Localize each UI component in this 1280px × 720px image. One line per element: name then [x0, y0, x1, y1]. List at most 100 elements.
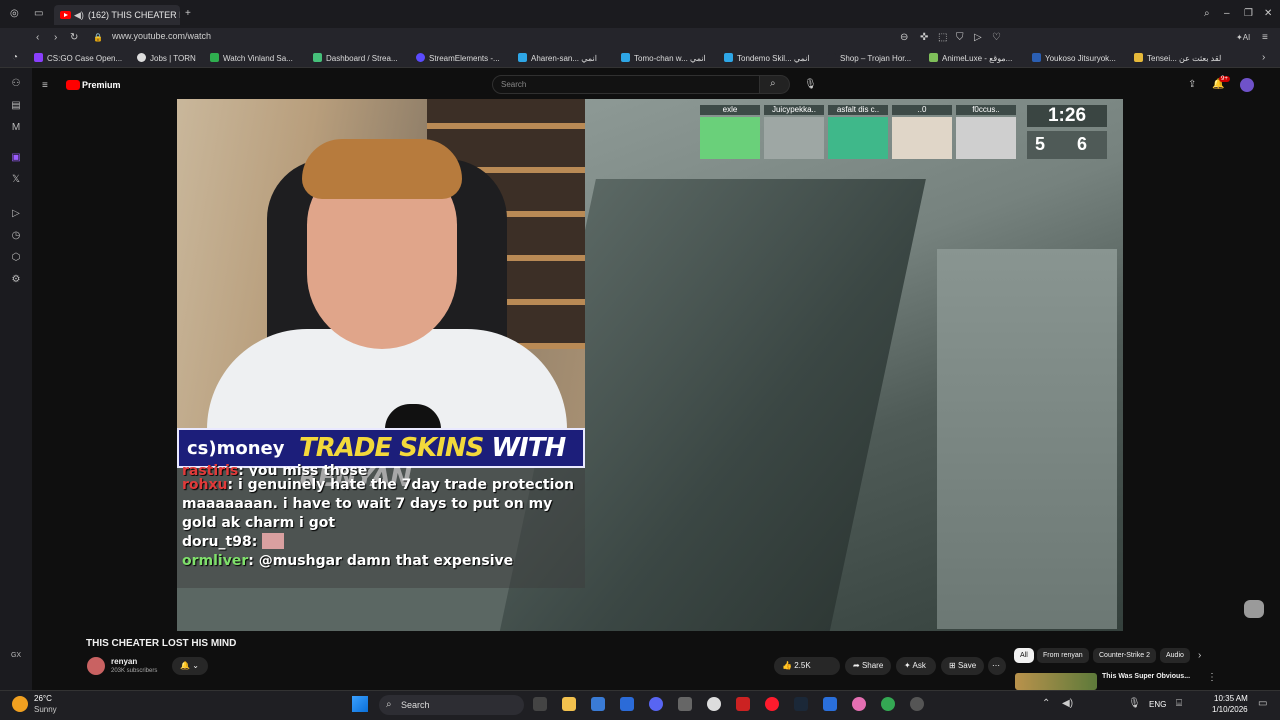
tab-overview-icon[interactable]: ▭	[34, 8, 43, 20]
browser-menu-icon[interactable]: ≡	[1262, 32, 1268, 44]
recommended-title[interactable]: This Was Super Obvious...	[1102, 673, 1190, 680]
new-tab-icon[interactable]: +	[185, 8, 191, 20]
weather-temperature[interactable]: 26°C	[34, 694, 52, 703]
app-icon[interactable]	[678, 697, 692, 711]
shield-icon[interactable]: ⛉	[956, 32, 964, 44]
chevron-right-icon[interactable]: ›	[1198, 650, 1201, 662]
search-input[interactable]: Search	[492, 75, 760, 94]
url-field[interactable]: www.youtube.com/watch	[112, 31, 211, 41]
bookmark-item[interactable]: Jobs | TORN	[137, 53, 196, 63]
youtube-premium-logo[interactable]: Premium	[82, 80, 121, 90]
obs-icon[interactable]	[707, 697, 721, 711]
recommended-menu-icon[interactable]: ⋮	[1207, 672, 1217, 684]
heart-icon[interactable]: ♡	[992, 32, 1001, 44]
more-bookmarks-icon[interactable]: ›	[1262, 52, 1265, 64]
chrome-icon[interactable]	[881, 697, 895, 711]
history-icon[interactable]: ◷	[10, 230, 22, 242]
notepad-icon[interactable]	[823, 697, 837, 711]
speaker-icon[interactable]: ◀)	[74, 5, 84, 25]
close-icon[interactable]: ✕	[1264, 8, 1272, 20]
account-avatar[interactable]	[1240, 78, 1254, 92]
forward-icon[interactable]: ›	[54, 32, 57, 44]
cat-mascot-icon[interactable]	[1244, 600, 1264, 618]
zoom-icon[interactable]: ⊖	[900, 32, 908, 44]
file-explorer-icon[interactable]	[562, 697, 576, 711]
bookmark-item[interactable]: AnimeLuxe - موقع...	[929, 53, 1012, 63]
bookmark-item[interactable]: Tensei... لقد بعثت عن	[1134, 53, 1221, 63]
chip-audio[interactable]: Audio	[1160, 648, 1190, 663]
save-button[interactable]: ⊞ Save	[941, 657, 984, 675]
chip-topic[interactable]: Counter-Strike 2	[1093, 648, 1156, 663]
play-icon[interactable]: ▷	[974, 32, 982, 44]
bookmarks-bar: ◔ CS:GO Case Open... Jobs | TORN Watch V…	[0, 48, 1280, 68]
tray-chevron-icon[interactable]: ⌃	[1042, 698, 1050, 710]
windows-start-icon[interactable]	[352, 696, 368, 712]
mail-icon[interactable]: M	[10, 122, 22, 134]
weather-condition[interactable]: Sunny	[34, 705, 57, 714]
search-button[interactable]: ⌕	[760, 75, 790, 94]
bookmark-item[interactable]: StreamElements -...	[416, 53, 500, 63]
opera-menu-icon[interactable]: ◎	[10, 8, 19, 20]
task-view-icon[interactable]	[533, 697, 547, 711]
maximize-icon[interactable]: ❐	[1244, 8, 1253, 20]
ask-button[interactable]: ✦ Ask	[896, 657, 936, 675]
extensions-icon[interactable]: ⬡	[10, 252, 22, 264]
chip-from-channel[interactable]: From renyan	[1037, 648, 1089, 663]
app-icon[interactable]	[852, 697, 866, 711]
bookmark-item[interactable]: Dashboard / Strea...	[313, 53, 398, 63]
language-indicator[interactable]: ENG	[1149, 700, 1166, 709]
subscribed-button[interactable]: 🔔 ⌄	[172, 657, 208, 675]
chip-all[interactable]: All	[1014, 648, 1034, 663]
pinboard-icon[interactable]: ◔	[12, 52, 18, 64]
volume-tray-icon[interactable]: ◀)	[1062, 698, 1073, 710]
clock-date[interactable]: 1/10/2026	[1212, 705, 1248, 714]
bookmark-item[interactable]: CS:GO Case Open...	[34, 53, 122, 63]
minimize-icon[interactable]: –	[1224, 8, 1230, 20]
bookmark-item[interactable]: Youkoso Jitsuryok...	[1032, 53, 1116, 63]
steam-icon[interactable]	[794, 697, 808, 711]
recommended-thumbnail[interactable]	[1015, 673, 1097, 690]
player-icon[interactable]: ▷	[10, 208, 22, 220]
discord-icon[interactable]	[649, 697, 663, 711]
x-icon[interactable]: 𝕏	[10, 174, 22, 186]
aria-icon[interactable]: ⚇	[10, 78, 22, 90]
share-button[interactable]: ➦ Share	[845, 657, 891, 675]
create-icon[interactable]: ⇪	[1188, 79, 1196, 91]
settings-icon[interactable]: ⚙	[10, 274, 22, 286]
clock-time[interactable]: 10:35 AM	[1214, 694, 1248, 703]
opera-gx-icon[interactable]	[765, 697, 779, 711]
app-icon[interactable]	[620, 697, 634, 711]
more-actions-button[interactable]: ⋯	[988, 657, 1006, 675]
bookmark-item[interactable]: Aharen-san... انمي	[518, 53, 597, 63]
app-icon[interactable]	[910, 697, 924, 711]
youtube-logo-icon[interactable]	[66, 80, 80, 90]
twitch-icon[interactable]: ▣	[10, 152, 22, 164]
ai-icon[interactable]: ✦AI	[1236, 32, 1250, 44]
store-icon[interactable]	[591, 697, 605, 711]
app-icon[interactable]	[736, 697, 750, 711]
video-player[interactable]: cs)money TRADE SKINS WITH RENYAN rastiri…	[177, 99, 1123, 631]
voice-search-icon[interactable]: 🎙	[804, 79, 817, 91]
bookmark-item[interactable]: Watch Vinland Sa...	[210, 53, 293, 63]
lock-icon: 🔒	[93, 33, 103, 42]
hamburger-menu-icon[interactable]: ≡	[42, 80, 48, 92]
notification-center-icon[interactable]: ▭	[1258, 698, 1267, 710]
network-icon[interactable]: ⌸	[1176, 698, 1182, 710]
bookmark-item[interactable]: Tondemo Skil... انمي	[724, 53, 810, 63]
taskbar-search[interactable]: ⌕ Search	[379, 695, 524, 715]
mic-tray-icon[interactable]: 🎙	[1128, 698, 1141, 710]
bookmark-item[interactable]: Tomo-chan w... انمي	[621, 53, 706, 63]
back-icon[interactable]: ‹	[36, 32, 39, 44]
search-tabs-icon[interactable]: ⌕	[1204, 8, 1210, 20]
like-button[interactable]: 👍 2.5K	[774, 657, 840, 675]
bookmark-item[interactable]: Shop – Trojan Hor...	[827, 53, 911, 63]
workspace-icon[interactable]: ▤	[10, 100, 22, 112]
channel-name[interactable]: renyan	[111, 657, 137, 666]
weather-sun-icon[interactable]	[12, 696, 28, 712]
gx-icon[interactable]: GX	[10, 650, 22, 662]
channel-avatar[interactable]	[87, 657, 105, 675]
pin-icon[interactable]: ✜	[920, 32, 928, 44]
tab-youtube[interactable]: ◀) (162) THIS CHEATER L	[54, 5, 180, 25]
reload-icon[interactable]: ↻	[70, 32, 78, 44]
snapshot-icon[interactable]: ⬚	[938, 32, 947, 44]
